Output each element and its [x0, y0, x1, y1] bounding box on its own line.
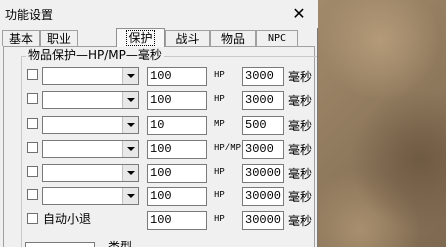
tab-strip: 基本 职业 保护 战斗 物品 NPC: [0, 28, 318, 47]
auto-retreat-checkbox[interactable]: [27, 213, 38, 224]
interval-input[interactable]: 30000: [242, 187, 284, 206]
item-select[interactable]: [42, 116, 139, 134]
amount-input[interactable]: 100: [147, 91, 207, 110]
stat-type-label: HP: [214, 167, 225, 177]
chevron-down-icon[interactable]: [122, 141, 138, 157]
tab-items[interactable]: 物品: [210, 30, 256, 46]
tab-label: 职业: [46, 32, 71, 46]
tab-npc[interactable]: NPC: [256, 30, 298, 46]
group-title: 物品保护—HP/MP—毫秒: [26, 48, 164, 62]
item-select[interactable]: [42, 187, 139, 205]
stat-type-label: HP: [214, 70, 225, 80]
type-label: 类型: [108, 240, 133, 247]
enable-checkbox[interactable]: [27, 69, 38, 80]
item-select[interactable]: [42, 91, 139, 109]
item-select[interactable]: [42, 164, 139, 182]
chevron-down-icon[interactable]: [122, 92, 138, 108]
interval-input[interactable]: 500: [242, 116, 284, 135]
window-title: 功能设置: [5, 8, 54, 22]
close-icon[interactable]: ✕: [284, 2, 314, 26]
unit-label: 毫秒: [288, 190, 313, 204]
auto-retreat-label: 自动小退: [43, 212, 92, 226]
amount-input[interactable]: 100: [147, 164, 207, 183]
enable-checkbox[interactable]: [27, 142, 38, 153]
amount-input[interactable]: 100: [147, 211, 207, 230]
auto-retreat-row: 自动小退 100 HP 30000 毫秒: [0, 210, 318, 230]
interval-input[interactable]: 30000: [242, 211, 284, 230]
unit-label: 毫秒: [288, 167, 313, 181]
tab-label: NPC: [267, 33, 287, 44]
amount-input[interactable]: 100: [147, 67, 207, 86]
tab-label: 战斗: [175, 32, 200, 46]
enable-checkbox[interactable]: [27, 166, 38, 177]
enable-checkbox[interactable]: [27, 93, 38, 104]
protection-row: 100 HP/MP 3000 毫秒: [0, 140, 318, 160]
tab-label: 物品: [220, 32, 245, 46]
chevron-down-icon[interactable]: [122, 188, 138, 204]
protection-row: 100 HP 3000 毫秒: [0, 91, 318, 111]
amount-input[interactable]: 100: [147, 187, 207, 206]
unit-label: 毫秒: [288, 70, 313, 84]
tab-basic[interactable]: 基本: [2, 30, 40, 46]
enable-checkbox[interactable]: [27, 118, 38, 129]
amount-input[interactable]: 10: [147, 116, 207, 135]
chevron-down-icon[interactable]: [122, 165, 138, 181]
stat-type-label: MP: [214, 119, 225, 129]
tab-label: 基本: [8, 32, 33, 46]
interval-input[interactable]: 3000: [242, 91, 284, 110]
item-select[interactable]: [42, 67, 139, 85]
tab-protection[interactable]: 保护: [116, 28, 165, 47]
type-select[interactable]: [25, 242, 95, 247]
unit-label: 毫秒: [288, 94, 313, 108]
stat-type-label: HP/MP: [214, 143, 242, 153]
tab-profession[interactable]: 职业: [40, 30, 78, 46]
title-bar: 功能设置 ✕: [0, 0, 318, 28]
chevron-down-icon[interactable]: [122, 117, 138, 133]
stat-type-label: HP: [214, 94, 225, 104]
enable-checkbox[interactable]: [27, 189, 38, 200]
interval-input[interactable]: 30000: [242, 164, 284, 183]
stat-type-label: HP: [214, 214, 225, 224]
protection-row: 100 HP 30000 毫秒: [0, 187, 318, 207]
interval-input[interactable]: 3000: [242, 67, 284, 86]
tab-combat[interactable]: 战斗: [165, 30, 210, 46]
chevron-down-icon[interactable]: [122, 68, 138, 84]
tab-label: 保护: [126, 30, 155, 46]
amount-input[interactable]: 100: [147, 140, 207, 159]
settings-dialog: 功能设置 ✕ 基本 职业 保护 战斗 物品 NPC 物品保护—HP/MP—毫秒 …: [0, 0, 318, 247]
stat-type-label: HP: [214, 190, 225, 200]
unit-label: 毫秒: [288, 214, 313, 228]
unit-label: 毫秒: [288, 143, 313, 157]
interval-input[interactable]: 3000: [242, 140, 284, 159]
unit-label: 毫秒: [288, 119, 313, 133]
protection-row: 10 MP 500 毫秒: [0, 116, 318, 136]
protection-row: 100 HP 30000 毫秒: [0, 164, 318, 184]
item-select[interactable]: [42, 140, 139, 158]
protection-row: 100 HP 3000 毫秒: [0, 67, 318, 87]
